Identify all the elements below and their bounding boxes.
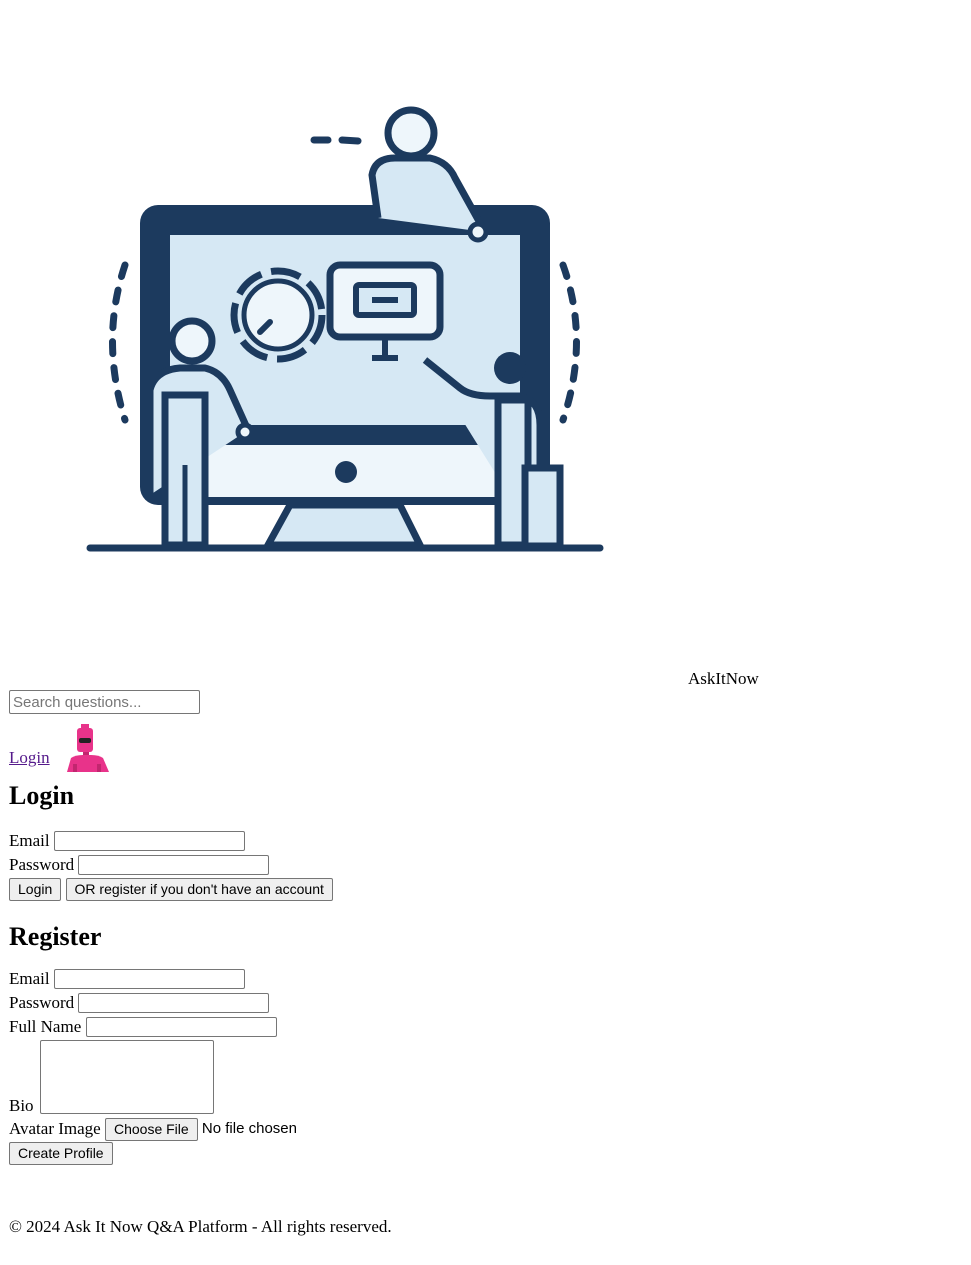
login-password-label: Password [9,855,75,875]
login-password-input[interactable] [78,855,270,876]
register-fullname-input[interactable] [85,1017,277,1038]
login-email-row: Email [9,828,971,852]
register-actions-row: Create Profile [9,1140,971,1165]
register-fullname-label: Full Name [9,1017,82,1037]
search-input[interactable] [9,690,200,714]
site-title: AskItNow [688,669,759,688]
footer-copyright: © 2024 Ask It Now Q&A Platform - All rig… [9,1217,392,1236]
register-bio-label: Bio [9,1096,34,1115]
register-bio-textarea[interactable] [40,1040,214,1114]
file-status-text: No file chosen [201,1120,297,1138]
login-email-input[interactable] [53,831,245,852]
login-section: Login Email Password Login OR register i… [9,781,971,901]
nav-bar: Login [9,722,971,772]
register-password-label: Password [9,993,75,1013]
login-password-row: Password [9,852,971,876]
register-avatar-row: Avatar Image Choose File No file chosen [9,1116,971,1141]
main-content: Login Login Email Password Login OR regi… [9,690,971,1165]
site-header: AskItNow [0,0,971,690]
login-email-label: Email [9,831,50,851]
login-button[interactable]: Login [9,877,62,901]
create-profile-button[interactable]: Create Profile [9,1141,113,1165]
register-password-input[interactable] [78,993,270,1014]
register-password-row: Password [9,990,971,1014]
switch-to-register-button[interactable]: OR register if you don't have an account [65,877,333,901]
register-email-input[interactable] [53,969,245,990]
register-heading: Register [9,922,102,951]
register-email-label: Email [9,969,50,989]
register-avatar-label: Avatar Image [9,1119,101,1139]
login-actions-row: Login OR register if you don't have an a… [9,876,971,901]
register-email-row: Email [9,966,971,990]
login-heading: Login [9,781,75,810]
register-fullname-row: Full Name [9,1014,971,1038]
pink-robot-avatar-icon[interactable] [63,722,111,772]
register-section: Register Email Password Full Name Bio Av… [9,922,971,1165]
register-bio-row: Bio [9,1038,971,1116]
nav-login-link[interactable]: Login [9,748,50,768]
choose-file-button[interactable]: Choose File [104,1117,198,1141]
people-at-monitor-illustration [86,106,604,552]
